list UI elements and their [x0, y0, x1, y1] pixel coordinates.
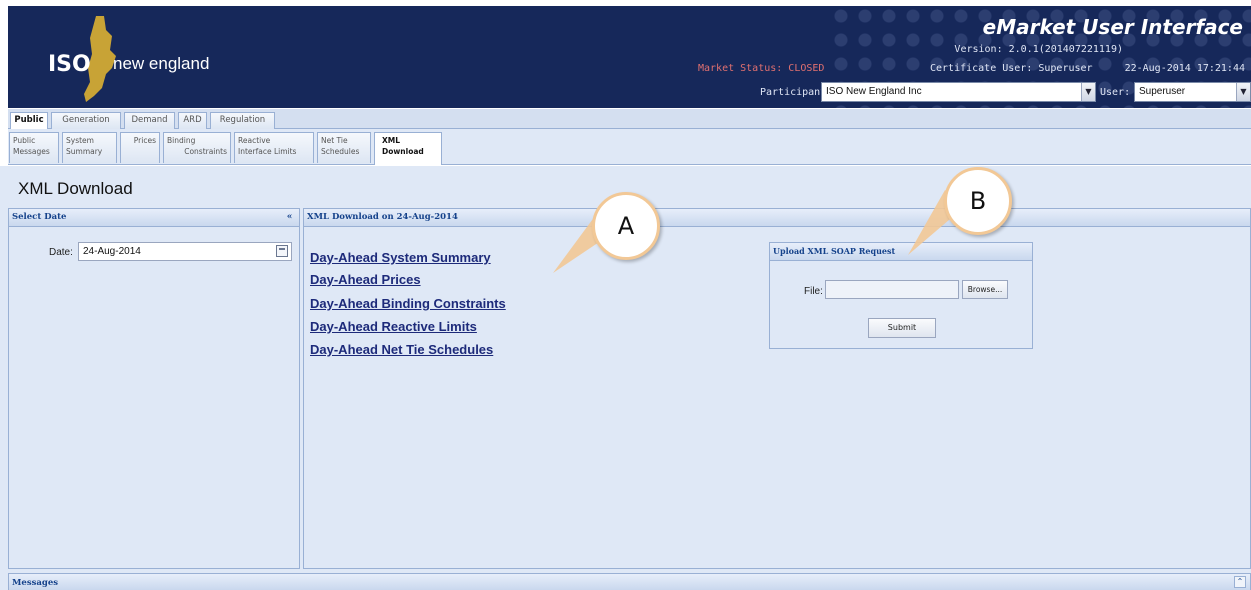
callout-pointers: [553, 190, 963, 273]
callout-b: B: [944, 167, 1012, 235]
callout-a: A: [592, 192, 660, 260]
app-root: ISO new england eMarket User Interface V…: [0, 0, 1251, 590]
